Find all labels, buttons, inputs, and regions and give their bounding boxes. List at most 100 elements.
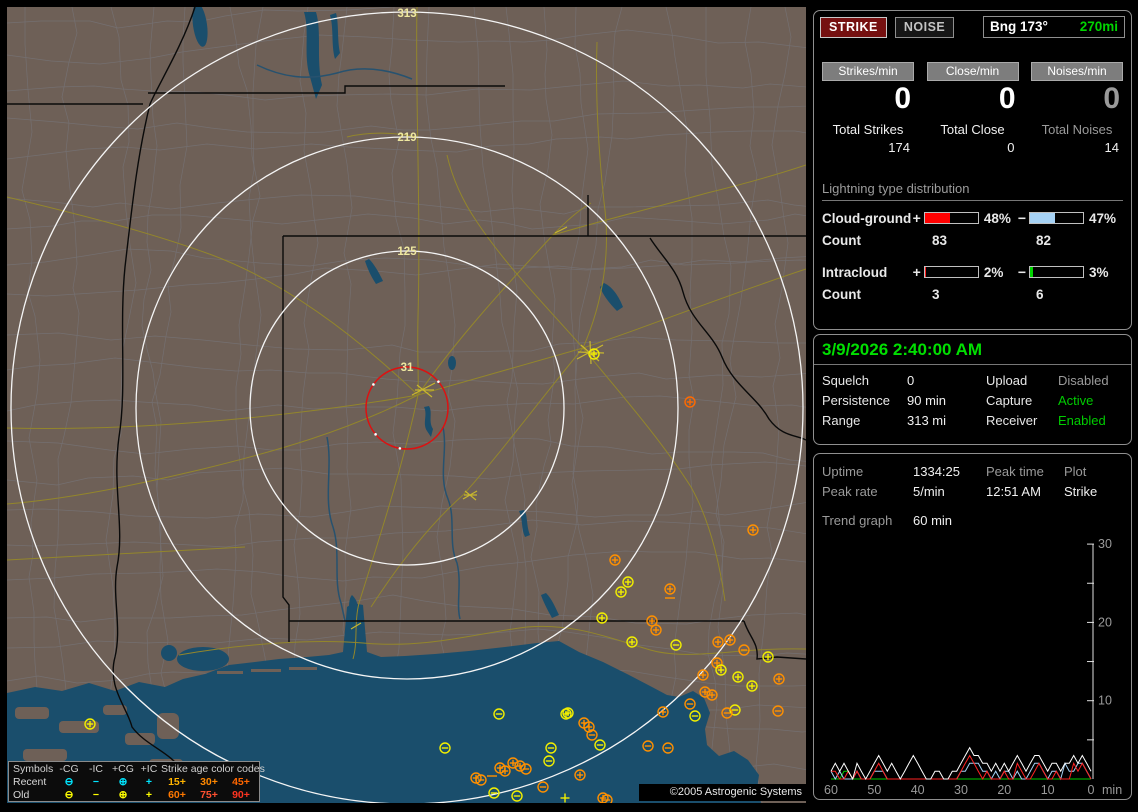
stats-col4: Strike	[1064, 482, 1123, 502]
status-row: Persistence90 minCaptureActive	[822, 391, 1123, 411]
x-tick-label: 60	[824, 783, 838, 797]
close-per-min-button[interactable]: Close/min	[927, 62, 1019, 81]
minus-sign: −	[1018, 210, 1029, 226]
noises-per-min-button[interactable]: Noises/min	[1031, 62, 1123, 81]
negative-count: 6	[1036, 287, 1044, 302]
total-label: Total Strikes	[822, 122, 914, 137]
map-svg: 313 219 125 31	[7, 7, 806, 803]
legend-header-cell: -IC	[83, 763, 109, 776]
positive-percent: 48%	[984, 211, 1018, 226]
rate-value: 0	[822, 82, 914, 115]
plus-sign: +	[913, 210, 924, 226]
map-symbol-legend: Symbols-CG-IC+CG+ICStrike age color code…	[8, 761, 260, 802]
total-value: 174	[822, 140, 914, 155]
map-view[interactable]: 313 219 125 31 Symbols-CG-IC+CG+ICStrike ag…	[7, 7, 806, 803]
distribution-count-row: Count36	[822, 287, 1123, 302]
ring-label-313: 313	[397, 8, 416, 20]
capture-status: Active	[1058, 391, 1123, 411]
cg-plus-icon: ⊕	[109, 789, 137, 802]
persistence-value: 90 min	[907, 391, 986, 411]
capture-label: Capture	[986, 391, 1058, 411]
age-code-90+: 90+	[225, 789, 257, 802]
positive-percent: 2%	[984, 265, 1018, 280]
strike-mode-button[interactable]: STRIKE	[820, 17, 887, 38]
range-value: 313 mi	[907, 411, 986, 431]
positive-count: 3	[932, 287, 1036, 302]
squelch-label: Squelch	[822, 371, 907, 391]
negative-bar-fill	[1030, 213, 1055, 223]
receiver-status: Enabled	[1058, 411, 1123, 431]
legend-header-cell: +CG	[109, 763, 137, 776]
date-time-display: 3/9/2026 2:40:00 AM	[814, 335, 1131, 365]
statistics-trend-panel: Uptime1334:25Peak timePlotPeak rate5/min…	[813, 453, 1132, 800]
ring-label-219: 219	[397, 132, 416, 144]
trend-series-ic	[831, 771, 1091, 779]
rate-value: 0	[927, 82, 1019, 115]
y-tick-label: 10	[1098, 694, 1112, 708]
y-tick-label: 20	[1098, 615, 1112, 629]
x-unit-label: min	[1102, 783, 1122, 797]
stats-row: Peak rate5/min12:51 AMStrike	[822, 482, 1123, 502]
trend-graph-row: Trend graph 60 min	[814, 502, 1131, 530]
rate-counters: Strikes/min0Total Strikes174Close/min0To…	[814, 38, 1131, 155]
distribution-row: Intracloud+2%−3%	[822, 264, 1123, 280]
positive-bar	[924, 212, 979, 224]
squelch-value: 0	[907, 371, 986, 391]
stats-value: 1334:25	[913, 462, 986, 482]
x-tick-label: 50	[867, 783, 881, 797]
age-code-30+: 30+	[193, 776, 225, 789]
status-panel: 3/9/2026 2:40:00 AM Squelch0UploadDisabl…	[813, 334, 1132, 445]
mode-button-row: STRIKE NOISE Bng 173° 270mi	[814, 11, 1131, 38]
age-code-60+: 60+	[161, 789, 193, 802]
upload-label: Upload	[986, 371, 1058, 391]
noise-mode-button[interactable]: NOISE	[895, 17, 954, 38]
stats-value: 5/min	[913, 482, 986, 502]
total-value: 14	[1031, 140, 1123, 155]
status-row: Range313 miReceiverEnabled	[822, 411, 1123, 431]
trend-series-+cg	[831, 756, 1091, 780]
bearing-range-box: Bng 173° 270mi	[983, 16, 1125, 38]
negative-percent: 3%	[1089, 265, 1123, 280]
age-code-45+: 45+	[225, 776, 257, 789]
range-value: 270mi	[1080, 19, 1118, 34]
stats-row: Uptime1334:25Peak timePlot	[822, 462, 1123, 482]
distribution-type-label: Cloud-ground	[822, 211, 913, 226]
count-label: Count	[822, 233, 932, 248]
distribution-row: Cloud-ground+48%− 47%	[822, 210, 1123, 226]
x-tick-label: 0	[1088, 783, 1095, 797]
cg-minus-icon: ⊖	[55, 789, 83, 802]
nexstorm-app-window: 313 219 125 31 Symbols-CG-IC+CG+ICStrike ag…	[0, 0, 1138, 812]
negative-percent: 47%	[1089, 211, 1123, 226]
distribution-count-row: Count8382	[822, 233, 1123, 248]
minus-sign: −	[1018, 264, 1029, 280]
cg-plus-icon: ⊕	[109, 776, 137, 789]
ring-label-31: 31	[401, 362, 414, 374]
x-tick-label: 30	[954, 783, 968, 797]
lightning-type-distribution: Lightning type distribution Cloud-ground…	[822, 181, 1123, 302]
stats-col3: 12:51 AM	[986, 482, 1064, 502]
copyright-text: ©2005 Astrogenic Systems	[639, 784, 806, 801]
trend-graph-label: Trend graph	[822, 512, 913, 530]
strikes-per-min-button[interactable]: Strikes/min	[822, 62, 914, 81]
x-tick-label: 40	[911, 783, 925, 797]
counter-column: Strikes/min0 Total Strikes 174	[822, 62, 914, 155]
stats-label: Uptime	[822, 462, 913, 482]
positive-bar-fill	[925, 267, 926, 277]
trend-graph-value: 60 min	[913, 512, 952, 530]
total-label: Total Close	[927, 122, 1019, 137]
negative-count: 82	[1036, 233, 1051, 248]
positive-count: 83	[932, 233, 1036, 248]
range-label: Range	[822, 411, 907, 431]
ic-minus-icon: −	[83, 776, 109, 789]
negative-bar	[1029, 212, 1084, 224]
trend-series-total	[831, 748, 1091, 779]
counter-column: Noises/min0Total Noises14	[1031, 62, 1123, 155]
counter-column: Close/min0Total Close0	[927, 62, 1019, 155]
negative-bar	[1029, 266, 1084, 278]
age-code-75+: 75+	[193, 789, 225, 802]
y-tick-label: 30	[1098, 537, 1112, 551]
ring-label-125: 125	[397, 246, 417, 258]
distribution-type-label: Intracloud	[822, 265, 913, 280]
x-tick-label: 10	[1041, 783, 1055, 797]
rate-value: 0	[1031, 82, 1123, 115]
